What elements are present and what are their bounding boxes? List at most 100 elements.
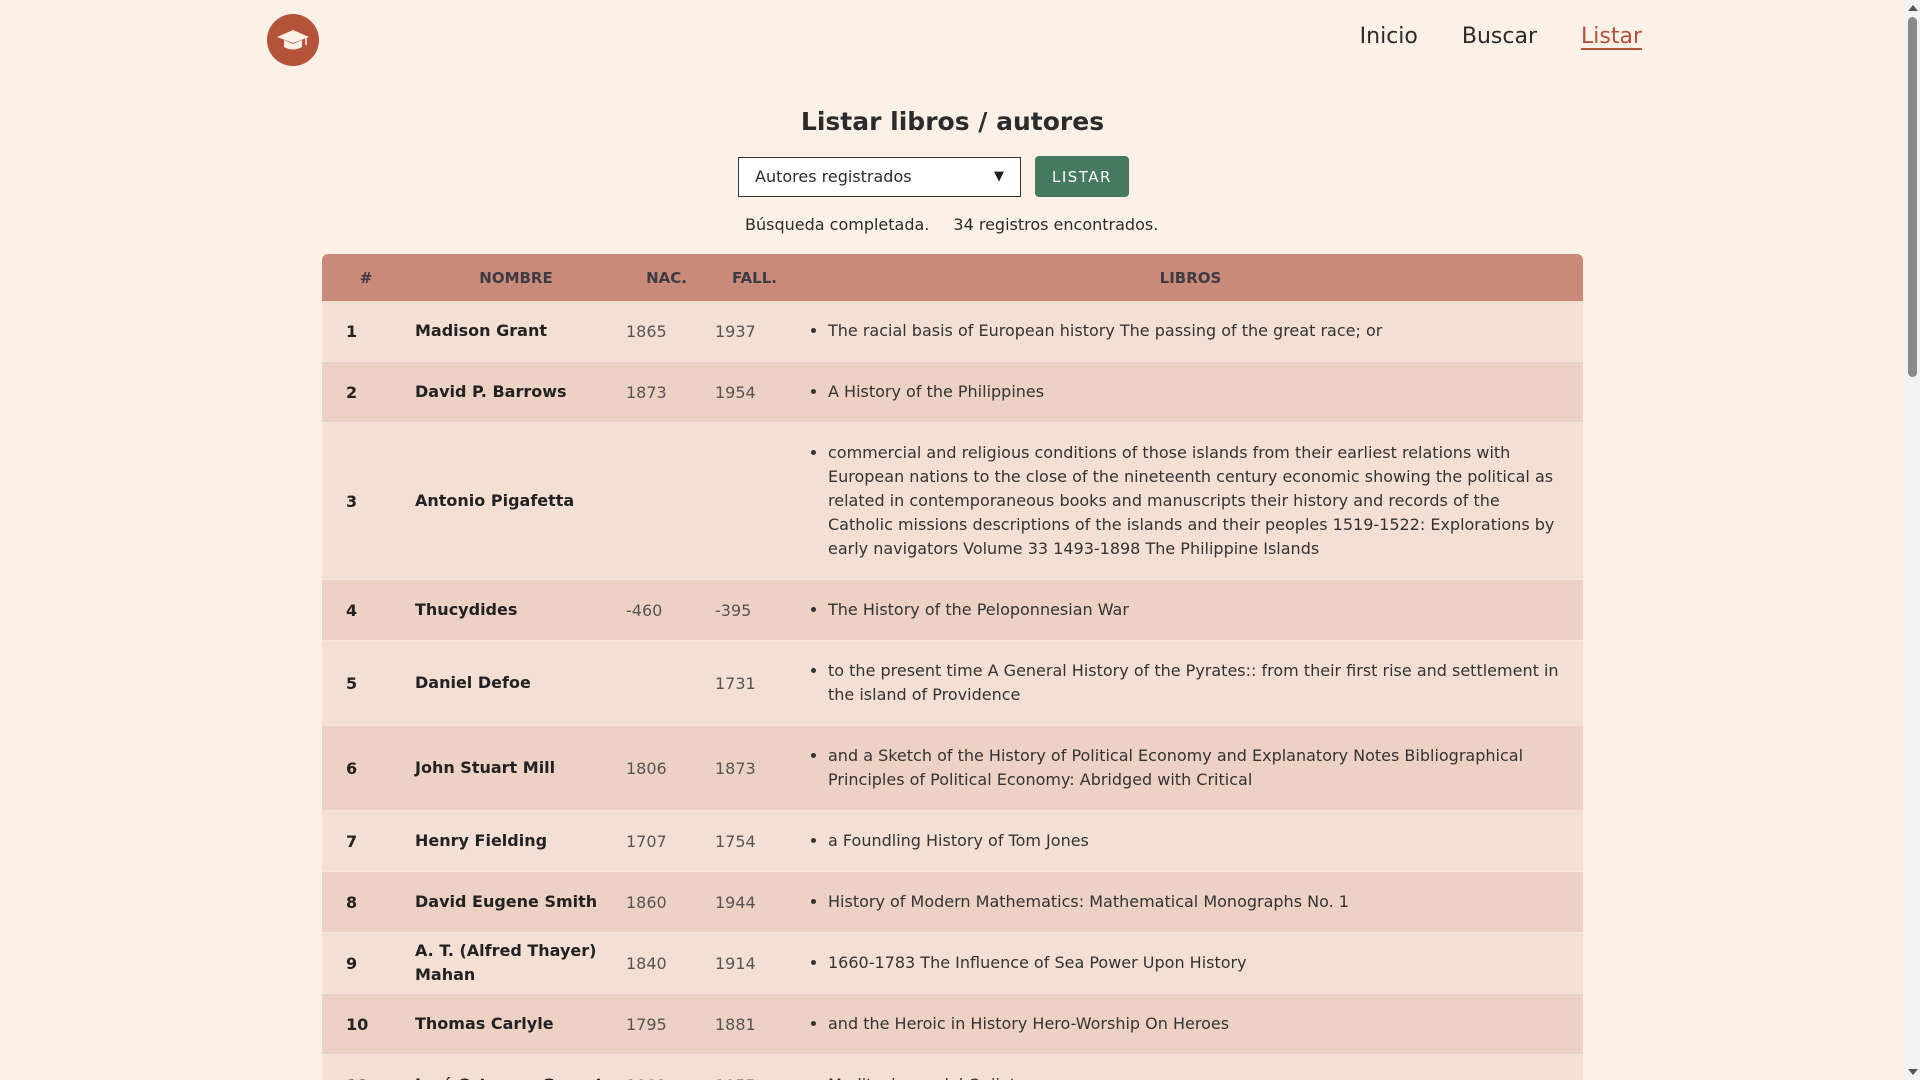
listar-button[interactable]: LISTAR	[1035, 156, 1129, 197]
books-cell: commercial and religious conditions of t…	[798, 422, 1583, 580]
death-year: 1944	[711, 871, 798, 933]
birth-year	[622, 640, 711, 726]
book-item: The racial basis of European history The…	[828, 319, 1559, 343]
author-name: Daniel Defoe	[410, 640, 622, 726]
author-name: José Ortega y Gasset	[410, 1054, 622, 1080]
column-header-fall: FALL.	[711, 254, 798, 301]
row-number: 1	[322, 301, 410, 362]
death-year: 1731	[711, 640, 798, 726]
books-list: History of Modern Mathematics: Mathemati…	[798, 872, 1559, 932]
scroll-down-icon[interactable]	[1908, 1069, 1918, 1075]
books-list: a Foundling History of Tom Jones	[798, 811, 1559, 871]
main-nav: Inicio Buscar Listar	[1360, 24, 1642, 49]
scrollbar-thumb[interactable]	[1908, 17, 1917, 377]
book-item: to the present time A General History of…	[828, 659, 1559, 707]
table-row: 7Henry Fielding17071754 a Foundling Histo…	[322, 810, 1583, 872]
records-count-text: 34 registros encontrados.	[953, 215, 1159, 234]
book-item: Meditaciones del Quijote	[828, 1073, 1559, 1080]
logo[interactable]	[267, 14, 319, 66]
death-year: 1937	[711, 301, 798, 362]
books-cell: and the Heroic in History Hero-Worship O…	[798, 993, 1583, 1055]
list-controls: Autores registrados ▼ LISTAR	[738, 156, 1129, 197]
books-cell: and a Sketch of the History of Political…	[798, 725, 1583, 811]
author-name: Henry Fielding	[410, 810, 622, 872]
list-type-select[interactable]: Autores registrados ▼	[738, 156, 1021, 197]
status-text: Búsqueda completada.	[745, 215, 930, 234]
results-table-container: # NOMBRE NAC. FALL. LIBROS 1 Madison Gran…	[322, 254, 1583, 1080]
birth-year: -460	[622, 579, 711, 641]
author-name: Madison Grant	[410, 301, 622, 362]
books-list: The History of the Peloponnesian War	[798, 580, 1559, 640]
search-status: Búsqueda completada. 34 registros encont…	[745, 215, 1158, 234]
book-item: and the Heroic in History Hero-Worship O…	[828, 1012, 1559, 1036]
books-cell: The racial basis of European history The…	[798, 301, 1583, 362]
books-list: commercial and religious conditions of t…	[798, 423, 1559, 579]
death-year	[711, 422, 798, 580]
table-row: 2David P. Barrows18731954 A History of th…	[322, 361, 1583, 423]
books-list: The racial basis of European history The…	[798, 301, 1559, 361]
author-name: Thomas Carlyle	[410, 993, 622, 1055]
row-number: 2	[322, 361, 410, 423]
book-item: The History of the Peloponnesian War	[828, 598, 1559, 622]
books-cell: a Foundling History of Tom Jones	[798, 810, 1583, 872]
column-header-number: #	[322, 254, 410, 301]
table-row: 9A. T. (Alfred Thayer) Mahan18401914 1660…	[322, 932, 1583, 994]
books-cell: to the present time A General History of…	[798, 640, 1583, 726]
page-scrollbar[interactable]	[1905, 0, 1920, 1080]
author-name: David P. Barrows	[410, 361, 622, 423]
book-item: History of Modern Mathematics: Mathemati…	[828, 890, 1559, 914]
books-cell: A History of the Philippines	[798, 361, 1583, 423]
books-list: A History of the Philippines	[798, 362, 1559, 422]
birth-year: 1840	[622, 932, 711, 994]
author-name: David Eugene Smith	[410, 871, 622, 933]
death-year: 1914	[711, 932, 798, 994]
row-number: 9	[322, 932, 410, 994]
author-name: Antonio Pigafetta	[410, 422, 622, 580]
death-year: 1881	[711, 993, 798, 1055]
books-list: and the Heroic in History Hero-Worship O…	[798, 994, 1559, 1054]
book-item: commercial and religious conditions of t…	[828, 441, 1559, 561]
books-cell: History of Modern Mathematics: Mathemati…	[798, 871, 1583, 933]
author-name: A. T. (Alfred Thayer) Mahan	[410, 932, 622, 994]
death-year: 1873	[711, 725, 798, 811]
scroll-up-icon[interactable]	[1908, 5, 1918, 11]
death-year: 1954	[711, 361, 798, 423]
author-name: Thucydides	[410, 579, 622, 641]
row-number: 10	[322, 993, 410, 1055]
column-header-nombre: NOMBRE	[410, 254, 622, 301]
books-cell: Meditaciones del Quijote	[798, 1054, 1583, 1080]
birth-year: 1860	[622, 871, 711, 933]
birth-year: 1806	[622, 725, 711, 811]
books-list: 1660-1783 The Influence of Sea Power Upo…	[798, 933, 1559, 993]
table-row: 5Daniel Defoe 1731 to the present time A G…	[322, 640, 1583, 726]
table-row: 8David Eugene Smith18601944 History of Mo…	[322, 871, 1583, 933]
page: Inicio Buscar Listar Listar libros / aut…	[0, 0, 1920, 1080]
books-list: Meditaciones del Quijote	[798, 1055, 1559, 1080]
nav-listar-link[interactable]: Listar	[1581, 24, 1642, 49]
birth-year	[622, 422, 711, 580]
table-header-row: # NOMBRE NAC. FALL. LIBROS	[322, 254, 1583, 301]
books-list: to the present time A General History of…	[798, 641, 1559, 725]
books-cell: 1660-1783 The Influence of Sea Power Upo…	[798, 932, 1583, 994]
row-number: 11	[322, 1054, 410, 1080]
birth-year: 1865	[622, 301, 711, 362]
book-item: A History of the Philippines	[828, 380, 1559, 404]
birth-year: 1873	[622, 361, 711, 423]
book-item: and a Sketch of the History of Political…	[828, 744, 1559, 792]
nav-inicio-link[interactable]: Inicio	[1360, 24, 1418, 49]
row-number: 3	[322, 422, 410, 580]
row-number: 6	[322, 725, 410, 811]
table-row: 4Thucydides-460-395 The History of the Pe…	[322, 579, 1583, 641]
death-year: 1955	[711, 1054, 798, 1080]
row-number: 8	[322, 871, 410, 933]
row-number: 4	[322, 579, 410, 641]
row-number: 7	[322, 810, 410, 872]
dropdown-arrow-icon: ▼	[994, 169, 1004, 184]
books-cell: The History of the Peloponnesian War	[798, 579, 1583, 641]
nav-buscar-link[interactable]: Buscar	[1462, 24, 1537, 49]
table-row: 6John Stuart Mill18061873 and a Sketch of…	[322, 725, 1583, 811]
column-header-libros: LIBROS	[798, 254, 1583, 301]
row-number: 5	[322, 640, 410, 726]
page-title: Listar libros / autores	[800, 107, 1105, 136]
death-year: -395	[711, 579, 798, 641]
